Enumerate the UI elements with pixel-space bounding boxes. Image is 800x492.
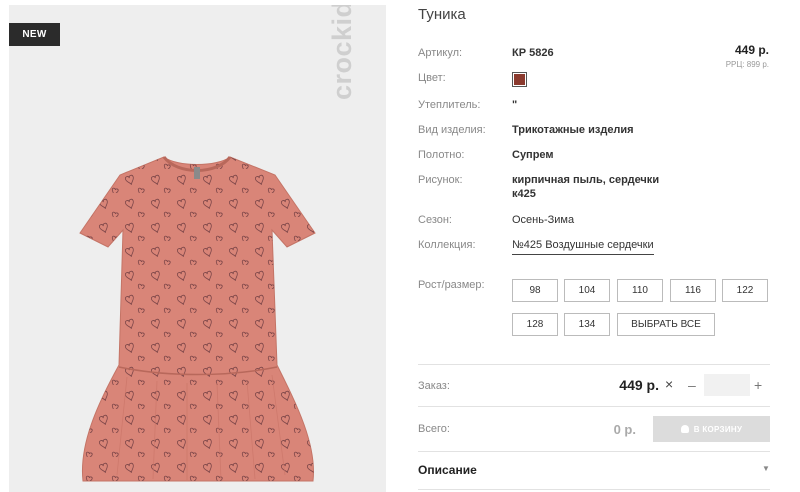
- insulation-label: Утеплитель:: [418, 99, 481, 111]
- select-all-sizes-button[interactable]: ВЫБРАТЬ ВСЕ: [617, 313, 715, 336]
- fabric-label: Полотно:: [418, 149, 465, 161]
- type-value: Трикотажные изделия: [512, 124, 634, 136]
- size-option-98[interactable]: 98: [512, 279, 558, 302]
- collection-link-wrap[interactable]: №425 Воздушные сердечки: [512, 238, 654, 255]
- add-to-cart-button[interactable]: В КОРЗИНУ: [653, 416, 770, 442]
- tunic-illustration: [79, 156, 316, 482]
- pattern-value-line2: к425: [512, 188, 536, 200]
- total-label: Всего:: [418, 423, 450, 435]
- increase-quantity-button[interactable]: +: [754, 377, 762, 393]
- recommended-price: РРЦ: 899 р.: [725, 60, 769, 69]
- type-label: Вид изделия:: [418, 124, 486, 136]
- description-toggle[interactable]: Описание: [418, 463, 477, 477]
- quantity-input[interactable]: [704, 374, 750, 396]
- size-option-104[interactable]: 104: [564, 279, 610, 302]
- chevron-down-icon[interactable]: ▼: [762, 464, 770, 473]
- divider: [418, 364, 770, 365]
- add-to-cart-label: В КОРЗИНУ: [693, 424, 743, 434]
- decrease-quantity-button[interactable]: –: [688, 377, 696, 393]
- size-option-110[interactable]: 110: [617, 279, 663, 302]
- product-price: 449 р.: [734, 43, 769, 57]
- total-value: 0 р.: [613, 422, 636, 437]
- fabric-value: Супрем: [512, 149, 554, 161]
- article-value: КР 5826: [512, 47, 554, 59]
- order-label: Заказ:: [418, 380, 450, 392]
- size-option-116[interactable]: 116: [670, 279, 716, 302]
- new-badge: NEW: [9, 23, 60, 46]
- pattern-value-line1: кирпичная пыль, сердечки: [512, 174, 660, 186]
- insulation-value: ": [512, 99, 518, 111]
- product-image: NEW crockid: [9, 5, 386, 492]
- brand-watermark: crockid: [327, 5, 358, 100]
- order-price: 449 р.: [619, 377, 659, 393]
- size-option-128[interactable]: 128: [512, 313, 558, 336]
- article-label: Артикул:: [418, 47, 463, 59]
- collection-link[interactable]: №425 Воздушные сердечки: [512, 239, 654, 255]
- season-label: Сезон:: [418, 214, 452, 226]
- times-icon: ×: [665, 376, 674, 392]
- brand-watermark-text: crockid: [327, 5, 357, 100]
- size-option-134[interactable]: 134: [564, 313, 610, 336]
- product-title: Туника: [418, 6, 466, 23]
- divider: [418, 451, 770, 452]
- season-value: Осень-Зима: [512, 214, 575, 226]
- divider: [418, 489, 770, 490]
- pattern-label: Рисунок:: [418, 174, 463, 186]
- size-option-122[interactable]: 122: [722, 279, 768, 302]
- color-swatch[interactable]: [512, 72, 527, 87]
- divider: [418, 406, 770, 407]
- cart-icon: [680, 425, 689, 433]
- color-label: Цвет:: [418, 72, 446, 84]
- size-label: Рост/размер:: [418, 279, 485, 291]
- collection-label: Коллекция:: [418, 239, 476, 251]
